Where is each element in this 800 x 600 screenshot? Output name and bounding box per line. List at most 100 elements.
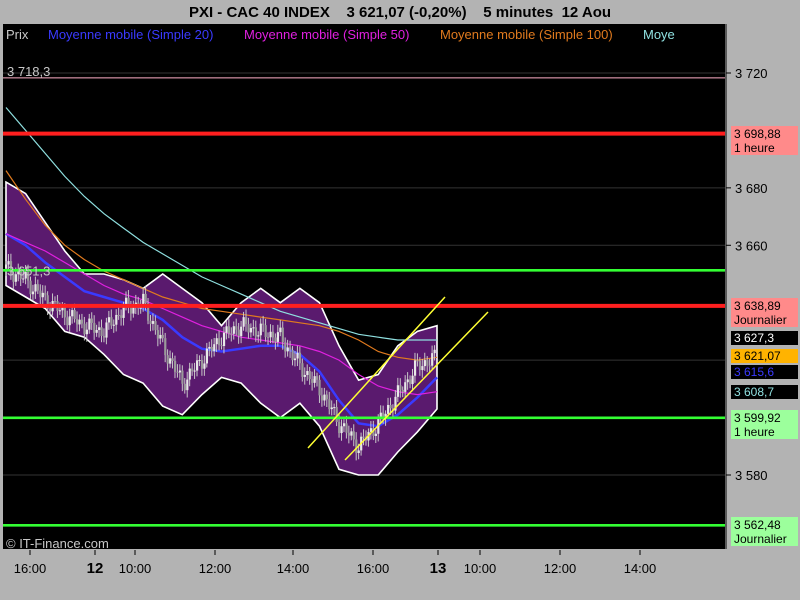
candle-body <box>95 329 98 333</box>
candle-body <box>98 327 101 330</box>
candle-body <box>39 290 42 298</box>
candle-body <box>58 310 62 312</box>
candle-body <box>76 319 79 325</box>
candle-body <box>399 385 402 390</box>
candle-body <box>291 350 294 361</box>
candle-body <box>296 352 299 359</box>
candle-body <box>186 379 189 391</box>
candle-body <box>222 332 226 346</box>
candle-body <box>303 374 306 377</box>
candle-body <box>286 347 289 352</box>
candle-body <box>232 326 235 334</box>
current-price-tag: 3 621,07 <box>731 349 798 364</box>
candle-body <box>198 360 201 362</box>
candle-body <box>431 353 434 366</box>
candle-body <box>350 431 353 436</box>
candle-body <box>423 360 426 367</box>
candle-body <box>173 360 177 372</box>
annotation-label: 3 651,3 <box>7 263 50 278</box>
candle-body <box>281 327 284 343</box>
current-price-tag: 3 627,3 <box>731 331 798 346</box>
copyright: © IT-Finance.com <box>6 536 109 551</box>
candle-body <box>262 323 265 326</box>
candle-body <box>161 334 164 339</box>
candle-body <box>205 348 209 364</box>
candle-body <box>41 292 44 298</box>
candle-body <box>271 331 275 338</box>
candle-body <box>169 358 172 364</box>
x-tick-label: 12:00 <box>544 561 577 576</box>
candle-body <box>289 347 292 351</box>
price-tag-value: 3 615,6 <box>734 364 775 379</box>
candle-body <box>34 284 37 292</box>
candle-body <box>404 382 407 392</box>
candle-body <box>149 320 152 324</box>
candle-body <box>115 314 118 325</box>
candle-body <box>306 371 309 375</box>
candle-body <box>342 423 346 427</box>
candle-body <box>36 284 40 291</box>
candle-body <box>181 370 184 384</box>
price-tag-value: 3 638,89 <box>734 298 781 313</box>
x-tick-label: 16:00 <box>357 561 390 576</box>
candle-body <box>208 346 211 349</box>
candle-body <box>235 326 238 330</box>
candle-body <box>338 421 341 434</box>
legend-item: Moye <box>643 27 675 42</box>
candle-body <box>122 306 125 318</box>
legend-item: Moyenne mobile (Simple 50) <box>244 27 409 42</box>
candle-body <box>183 383 186 391</box>
candle-body <box>257 335 260 337</box>
candle-body <box>249 328 253 333</box>
candle-body <box>418 360 422 371</box>
candle-body <box>80 319 84 324</box>
candle-body <box>401 389 404 392</box>
candle-body <box>218 338 221 346</box>
price-tag-value: 3 599,92 <box>734 410 781 425</box>
price-tag-sublabel: Journalier <box>734 532 787 547</box>
candle-body <box>166 355 169 364</box>
y-tick-label: 3 720 <box>735 66 768 81</box>
candle-body <box>151 321 155 324</box>
price-tag-sublabel: Journalier <box>734 312 787 327</box>
candle-body <box>53 301 57 303</box>
current-price-tag: 3 608,7 <box>731 384 798 399</box>
legend-item: Moyenne mobile (Simple 100) <box>440 27 613 42</box>
candle-body <box>120 315 123 318</box>
candle-body <box>389 404 392 409</box>
candle-body <box>413 360 417 376</box>
candle-body <box>110 317 113 326</box>
candle-body <box>100 327 103 336</box>
price-tag-value: 3 562,48 <box>734 518 781 533</box>
x-tick-label: 13 <box>430 560 447 577</box>
candle-body <box>144 293 147 304</box>
level-price-tag: 3 562,48 Journalier <box>731 517 798 547</box>
candle-body <box>428 365 431 367</box>
candle-body <box>105 322 108 338</box>
x-tick-label: 12 <box>87 560 104 577</box>
candle-body <box>22 278 25 280</box>
candle-body <box>416 360 419 362</box>
candle-body <box>325 394 329 400</box>
candle-body <box>63 307 66 318</box>
candle-body <box>244 317 248 325</box>
candle-body <box>318 379 321 396</box>
candle-body <box>409 379 412 385</box>
candle-body <box>29 280 32 295</box>
candle-body <box>71 310 74 317</box>
level-price-tag: 3 698,88 1 heure <box>731 125 798 155</box>
y-tick-label: 3 680 <box>735 181 768 196</box>
candle-body <box>316 376 319 380</box>
level-price-tag: 3 638,89 Journalier <box>731 297 798 327</box>
candle-body <box>107 317 111 323</box>
level-price-tag: 3 599,92 1 heure <box>731 409 798 439</box>
x-tick-label: 14:00 <box>277 561 310 576</box>
candle-body <box>49 308 52 312</box>
candle-body <box>154 321 157 331</box>
candle-body <box>78 319 81 325</box>
x-tick-label: 10:00 <box>119 561 152 576</box>
candle-body <box>159 334 162 339</box>
x-tick-label: 16:00 <box>14 561 47 576</box>
candle-body <box>330 407 333 410</box>
candle-body <box>68 316 71 326</box>
